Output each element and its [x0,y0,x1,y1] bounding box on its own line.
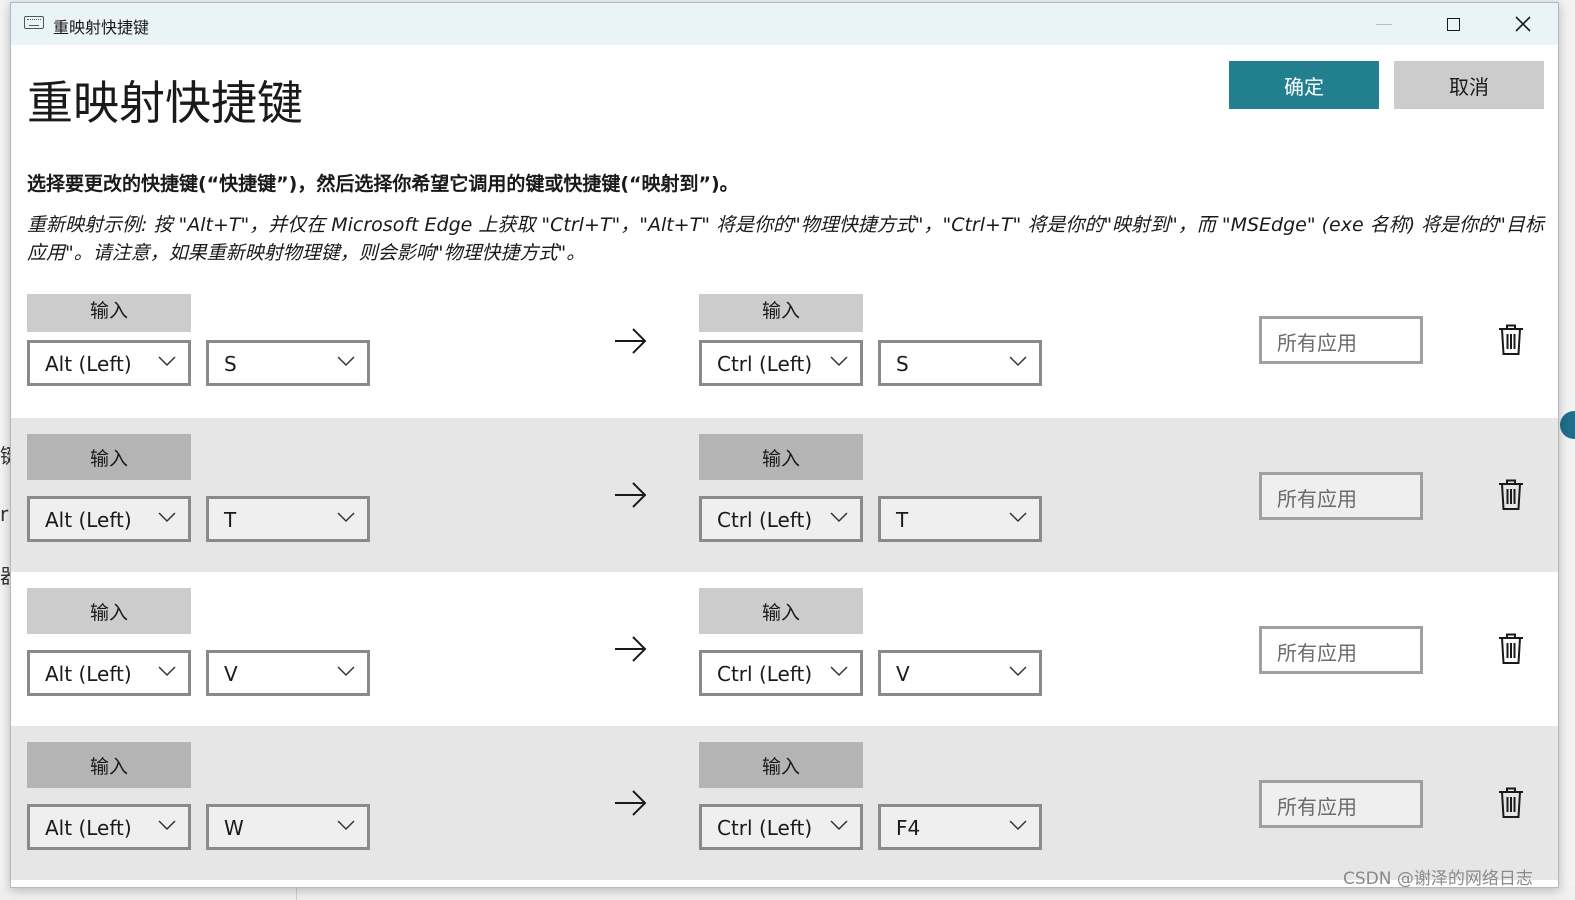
arrow-right-icon [615,482,647,508]
shortcut-row: 输入 Alt (Left) S 输入 Ctrl (Left) S 所有应用 [11,294,1558,418]
from-input-button[interactable]: 输入 [27,434,191,480]
from-modifier-dropdown[interactable]: Alt (Left) [27,650,191,696]
target-app-input[interactable]: 所有应用 [1259,626,1423,674]
chevron-down-icon [1009,512,1027,523]
background-text-fragment: 键 [0,440,10,469]
remap-shortcuts-dialog: 重映射快捷键 重映射快捷键 确定 取消 选择要更改的快捷键(“快捷键”)，然后选… [10,2,1559,888]
dropdown-value: W [224,816,244,840]
close-icon [1515,16,1531,32]
dropdown-value: Alt (Left) [45,508,132,532]
to-key-dropdown[interactable]: V [878,650,1042,696]
dropdown-value: S [896,352,909,376]
target-app-placeholder: 所有应用 [1277,641,1357,665]
dropdown-value: Ctrl (Left) [717,508,813,532]
dropdown-value: V [224,662,238,686]
dropdown-value: S [224,352,237,376]
watermark: CSDN @谢泽的网络日志 [1343,869,1533,889]
cancel-button[interactable]: 取消 [1394,61,1544,109]
title-bar: 重映射快捷键 [11,3,1558,45]
window-title: 重映射快捷键 [53,18,150,37]
to-key-dropdown[interactable]: S [878,340,1042,386]
arrow-right-icon [615,790,647,816]
chevron-down-icon [830,356,848,367]
dropdown-value: Alt (Left) [45,352,132,376]
dropdown-value: Ctrl (Left) [717,352,813,376]
dropdown-value: V [896,662,910,686]
shortcut-list: 输入 Alt (Left) S 输入 Ctrl (Left) S 所有应用 输入… [11,294,1558,887]
dropdown-value: Ctrl (Left) [717,662,813,686]
trash-icon[interactable] [1498,633,1524,665]
to-key-dropdown[interactable]: T [878,496,1042,542]
trash-icon[interactable] [1498,324,1524,356]
chevron-down-icon [1009,356,1027,367]
to-input-button[interactable]: 输入 [699,434,863,480]
chevron-down-icon [337,512,355,523]
dropdown-value: Alt (Left) [45,816,132,840]
dropdown-value: T [896,508,909,532]
arrow-right-icon [615,328,647,354]
chevron-down-icon [1009,666,1027,677]
keyboard-icon [24,16,44,29]
from-modifier-dropdown[interactable]: Alt (Left) [27,340,191,386]
from-key-dropdown[interactable]: T [206,496,370,542]
dropdown-value: F4 [896,816,921,840]
target-app-input[interactable]: 所有应用 [1259,472,1423,520]
page-title: 重映射快捷键 [27,76,303,130]
to-key-dropdown[interactable]: F4 [878,804,1042,850]
arrow-right-icon [615,636,647,662]
background-scroll-knob [1560,411,1575,439]
to-modifier-dropdown[interactable]: Ctrl (Left) [699,804,863,850]
trash-icon[interactable] [1498,479,1524,511]
target-app-placeholder: 所有应用 [1277,487,1357,511]
chevron-down-icon [830,820,848,831]
shortcut-row: 输入 Alt (Left) T 输入 Ctrl (Left) T 所有应用 [11,418,1558,572]
to-modifier-dropdown[interactable]: Ctrl (Left) [699,340,863,386]
to-input-button[interactable]: 输入 [699,588,863,634]
minimize-button[interactable] [1349,3,1419,45]
to-input-button[interactable]: 输入 [699,742,863,788]
chevron-down-icon [158,666,176,677]
close-button[interactable] [1488,3,1558,45]
background-text-fragment: 器 [0,560,10,589]
to-modifier-dropdown[interactable]: Ctrl (Left) [699,650,863,696]
maximize-button[interactable] [1418,3,1488,45]
target-app-input[interactable]: 所有应用 [1259,780,1423,828]
from-key-dropdown[interactable]: W [206,804,370,850]
target-app-placeholder: 所有应用 [1277,795,1357,819]
chevron-down-icon [337,820,355,831]
dropdown-value: T [224,508,237,532]
to-input-button[interactable]: 输入 [699,294,863,332]
dropdown-value: Ctrl (Left) [717,816,813,840]
target-app-placeholder: 所有应用 [1277,331,1357,355]
trash-icon[interactable] [1498,787,1524,819]
background-text-fragment: r [0,502,9,526]
to-modifier-dropdown[interactable]: Ctrl (Left) [699,496,863,542]
from-input-button[interactable]: 输入 [27,294,191,332]
chevron-down-icon [158,356,176,367]
from-input-button[interactable]: 输入 [27,742,191,788]
from-key-dropdown[interactable]: S [206,340,370,386]
instructions-text: 选择要更改的快捷键(“快捷键”)，然后选择你希望它调用的键或快捷键(“映射到”)… [27,173,739,195]
shortcut-row: 输入 Alt (Left) W 输入 Ctrl (Left) F4 所有应用 [11,726,1558,880]
from-modifier-dropdown[interactable]: Alt (Left) [27,804,191,850]
ok-button[interactable]: 确定 [1229,61,1379,109]
chevron-down-icon [337,356,355,367]
remap-example-text: 重新映射示例: 按 "Alt+T"，并仅在 Microsoft Edge 上获取… [27,214,1544,264]
chevron-down-icon [830,666,848,677]
chevron-down-icon [1009,820,1027,831]
from-modifier-dropdown[interactable]: Alt (Left) [27,496,191,542]
background-divider [296,886,297,900]
background-taskbar-strip [0,886,1575,900]
from-input-button[interactable]: 输入 [27,588,191,634]
target-app-input[interactable]: 所有应用 [1259,316,1423,364]
chevron-down-icon [830,512,848,523]
chevron-down-icon [337,666,355,677]
dropdown-value: Alt (Left) [45,662,132,686]
from-key-dropdown[interactable]: V [206,650,370,696]
shortcut-row: 输入 Alt (Left) V 输入 Ctrl (Left) V 所有应用 [11,572,1558,726]
chevron-down-icon [158,820,176,831]
chevron-down-icon [158,512,176,523]
